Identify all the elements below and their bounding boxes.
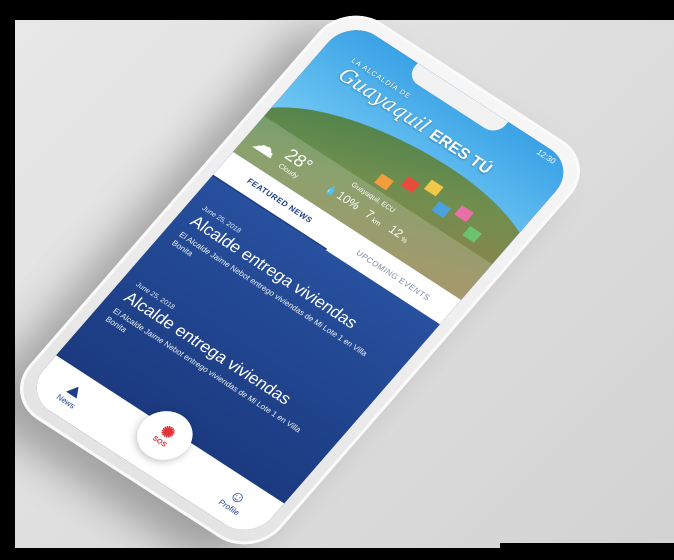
nav-news[interactable]: ⛰ News (55, 380, 88, 410)
page-frame: 12:30 LA ALCALDÍA DE Guayaquil ERES TÚ ☁ (0, 0, 674, 560)
bottom-edge (500, 543, 674, 548)
wind-unit: km (369, 217, 382, 228)
nav-profile[interactable]: ☺ Profile (217, 485, 253, 516)
status-time: 12:30 (534, 147, 558, 166)
wind-stat: 7 km (362, 207, 386, 227)
corner-shadow (0, 0, 15, 120)
humidity-stat: 12% (386, 222, 413, 244)
humidity-unit: % (398, 236, 409, 245)
